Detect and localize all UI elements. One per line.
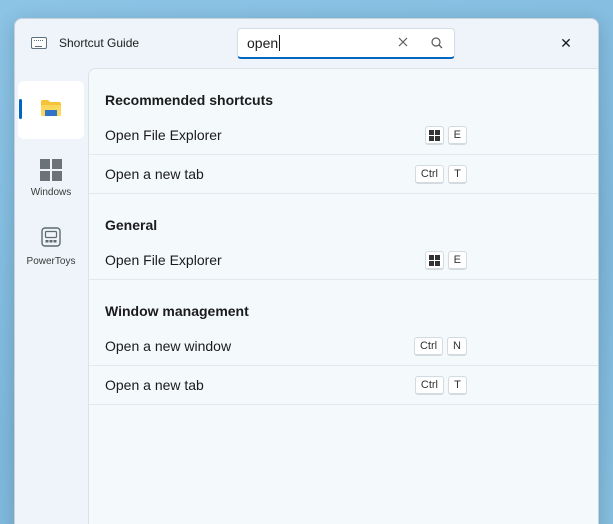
close-button[interactable]: ✕ bbox=[555, 32, 577, 54]
shortcut-label: Open a new window bbox=[105, 338, 232, 354]
title-bar: Shortcut Guide open ✕ bbox=[15, 19, 598, 69]
key-combo: Ctrl N bbox=[413, 337, 467, 356]
app-title: Shortcut Guide bbox=[59, 36, 140, 50]
sidebar-item-label: PowerToys bbox=[26, 256, 76, 267]
keyboard-icon bbox=[31, 37, 47, 49]
clear-search-icon[interactable] bbox=[394, 34, 412, 52]
section-title: Window management bbox=[105, 303, 249, 319]
key-combo: Ctrl T bbox=[414, 165, 467, 184]
sidebar-item-label: Windows bbox=[30, 187, 72, 198]
key-cap: E bbox=[447, 126, 467, 145]
shortcut-label: Open a new tab bbox=[105, 166, 204, 182]
key-cap: Ctrl bbox=[413, 337, 444, 356]
search-input[interactable]: open bbox=[247, 35, 281, 51]
windows-logo-icon bbox=[40, 159, 62, 181]
shortcut-row[interactable]: Open a new tab Ctrl T bbox=[89, 155, 598, 194]
file-explorer-icon bbox=[41, 100, 61, 116]
key-cap: Ctrl bbox=[414, 165, 444, 184]
search-icon[interactable] bbox=[429, 35, 445, 51]
key-combo: E bbox=[424, 126, 467, 145]
windows-key-icon bbox=[424, 126, 444, 145]
shortcut-list: Recommended shortcuts Open File Explorer… bbox=[88, 68, 598, 524]
key-combo: Ctrl T bbox=[414, 376, 467, 395]
shortcut-row[interactable]: Open File Explorer E bbox=[89, 116, 598, 155]
key-cap: T bbox=[448, 165, 467, 184]
key-cap: N bbox=[447, 337, 467, 356]
shortcut-label: Open File Explorer bbox=[105, 252, 222, 268]
key-cap: E bbox=[447, 251, 467, 270]
shortcut-row[interactable]: Open File Explorer E bbox=[89, 241, 598, 280]
key-cap: Ctrl bbox=[414, 376, 444, 395]
section-title: Recommended shortcuts bbox=[105, 92, 274, 108]
key-combo: E bbox=[424, 251, 467, 270]
sidebar-item-powertoys[interactable]: PowerToys bbox=[18, 217, 84, 275]
text-caret bbox=[279, 35, 281, 51]
search-box[interactable]: open bbox=[237, 28, 455, 59]
sidebar-item-windows[interactable]: Windows bbox=[18, 149, 84, 207]
windows-key-icon bbox=[424, 251, 444, 270]
key-cap: T bbox=[448, 376, 467, 395]
section-title: General bbox=[105, 217, 158, 233]
clear-x-glyph bbox=[398, 37, 408, 47]
shortcut-label: Open a new tab bbox=[105, 377, 204, 393]
search-input-value: open bbox=[247, 35, 279, 51]
shortcut-row[interactable]: Open a new window Ctrl N bbox=[89, 327, 598, 366]
sidebar-item-file-explorer[interactable] bbox=[18, 81, 84, 139]
shortcut-label: Open File Explorer bbox=[105, 127, 222, 143]
selection-indicator bbox=[19, 99, 22, 119]
shortcut-row[interactable]: Open a new tab Ctrl T bbox=[89, 366, 598, 405]
shortcut-guide-window: Shortcut Guide open ✕ Windows PowerToys … bbox=[14, 18, 599, 524]
powertoys-icon bbox=[41, 227, 61, 247]
sidebar: Windows PowerToys bbox=[15, 69, 89, 524]
